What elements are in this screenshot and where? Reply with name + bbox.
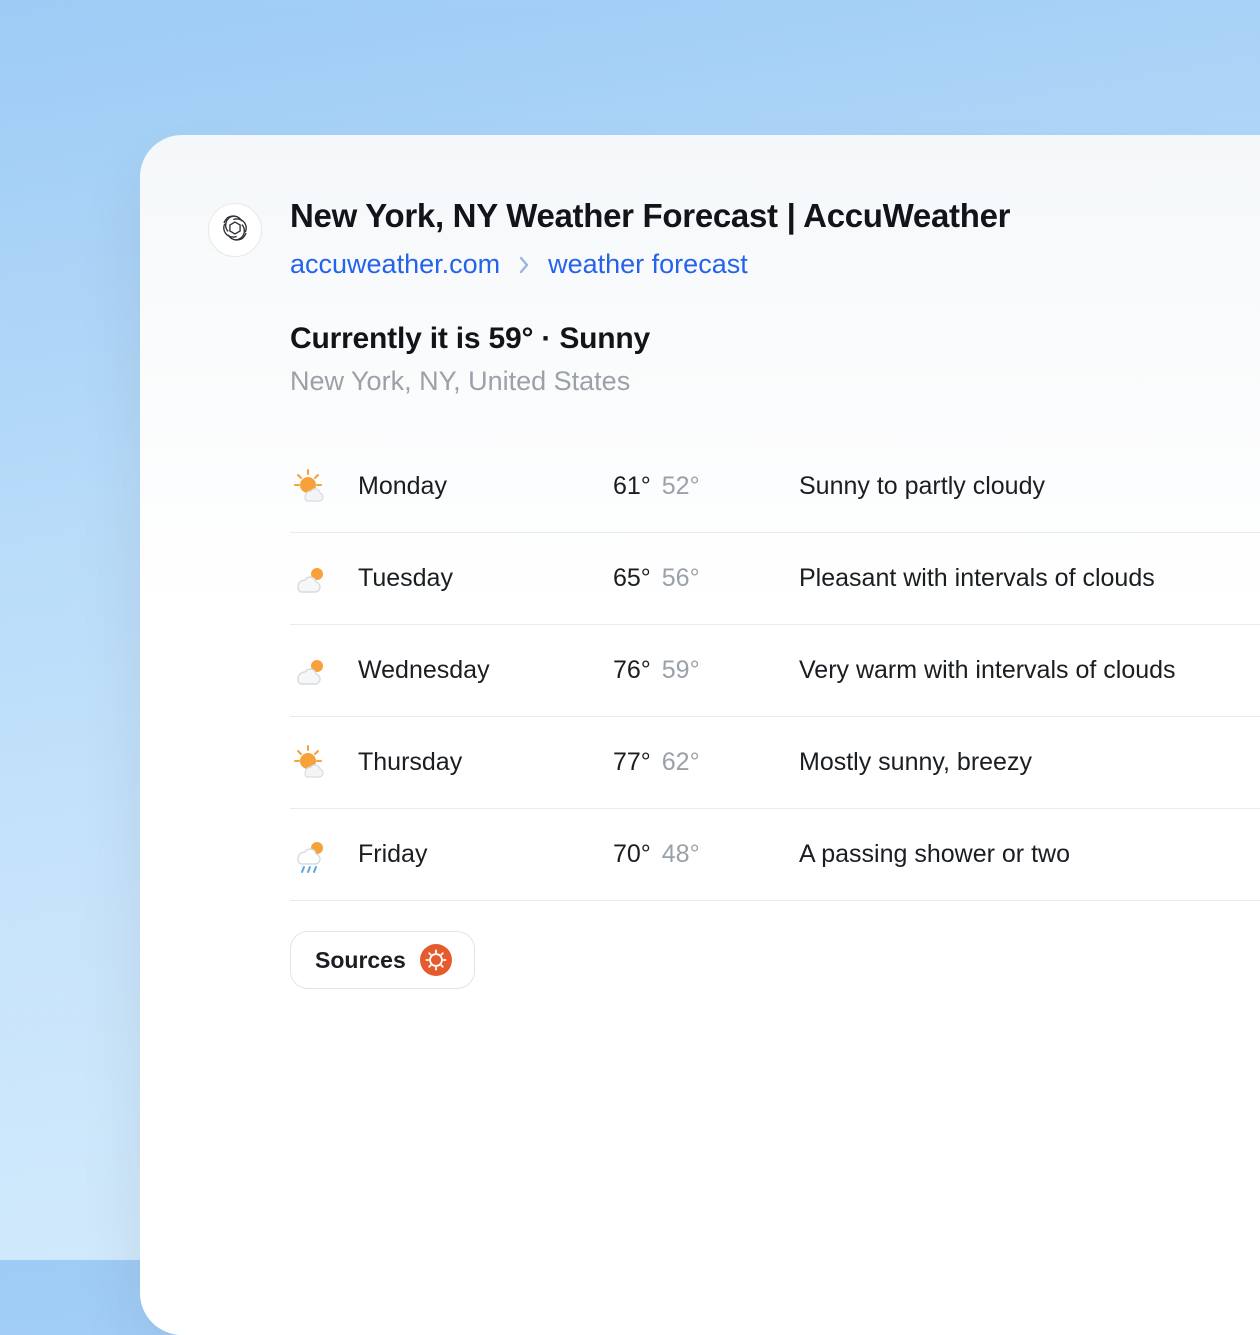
forecast-temp-hi: 65°: [613, 564, 651, 592]
forecast-temp-lo: 62°: [662, 748, 700, 776]
breadcrumb-domain[interactable]: accuweather.com: [290, 249, 500, 280]
cloud-rain-icon: [290, 835, 358, 875]
forecast-row[interactable]: Tuesday 65° 56° Pleasant with intervals …: [290, 533, 1260, 625]
cloud-sun-icon: [290, 651, 358, 691]
forecast-temps: 70° 48°: [613, 840, 799, 869]
forecast-temp-hi: 76°: [613, 656, 651, 684]
forecast-temp-lo: 56°: [662, 564, 700, 592]
page-title: New York, NY Weather Forecast | AccuWeat…: [290, 197, 1260, 235]
sources-button[interactable]: Sources: [290, 931, 475, 989]
weather-card: New York, NY Weather Forecast | AccuWeat…: [140, 135, 1260, 1335]
forecast-day: Thursday: [358, 748, 613, 777]
accuweather-source-icon: [420, 944, 452, 976]
forecast-temp-hi: 70°: [613, 840, 651, 868]
sun-cloud-icon: [290, 467, 358, 507]
forecast-temps: 65° 56°: [613, 564, 799, 593]
header-text: New York, NY Weather Forecast | AccuWeat…: [290, 197, 1260, 322]
forecast-temp-lo: 59°: [662, 656, 700, 684]
forecast-temps: 77° 62°: [613, 748, 799, 777]
forecast-temp-lo: 52°: [662, 472, 700, 500]
forecast-list: Monday 61° 52° Sunny to partly cloudy Tu…: [290, 441, 1260, 901]
sources-label: Sources: [315, 947, 406, 974]
forecast-desc: Pleasant with intervals of clouds: [799, 564, 1260, 593]
forecast-day: Monday: [358, 472, 613, 501]
current-conditions: Currently it is 59° · Sunny: [290, 322, 1260, 356]
forecast-day: Wednesday: [358, 656, 613, 685]
header-row: New York, NY Weather Forecast | AccuWeat…: [208, 197, 1260, 322]
forecast-temp-hi: 77°: [613, 748, 651, 776]
forecast-day: Friday: [358, 840, 613, 869]
forecast-desc: A passing shower or two: [799, 840, 1260, 869]
breadcrumb-section[interactable]: weather forecast: [548, 249, 748, 280]
forecast-row[interactable]: Thursday 77° 62° Mostly sunny, breezy: [290, 717, 1260, 809]
forecast-row[interactable]: Friday 70° 48° A passing shower or two: [290, 809, 1260, 901]
chevron-right-icon: [518, 256, 530, 274]
assistant-avatar: [208, 203, 262, 257]
forecast-temps: 76° 59°: [613, 656, 799, 685]
breadcrumb[interactable]: accuweather.com weather forecast: [290, 249, 1260, 280]
openai-logo-icon: [218, 211, 252, 250]
forecast-desc: Mostly sunny, breezy: [799, 748, 1260, 777]
sun-cloud-icon: [290, 743, 358, 783]
forecast-temps: 61° 52°: [613, 472, 799, 501]
forecast-desc: Sunny to partly cloudy: [799, 472, 1260, 501]
forecast-row[interactable]: Wednesday 76° 59° Very warm with interva…: [290, 625, 1260, 717]
forecast-temp-lo: 48°: [662, 840, 700, 868]
forecast-day: Tuesday: [358, 564, 613, 593]
body-content: Currently it is 59° · Sunny New York, NY…: [290, 322, 1260, 989]
cloud-sun-icon: [290, 559, 358, 599]
forecast-temp-hi: 61°: [613, 472, 651, 500]
current-location: New York, NY, United States: [290, 366, 1260, 397]
forecast-row[interactable]: Monday 61° 52° Sunny to partly cloudy: [290, 441, 1260, 533]
forecast-desc: Very warm with intervals of clouds: [799, 656, 1260, 685]
